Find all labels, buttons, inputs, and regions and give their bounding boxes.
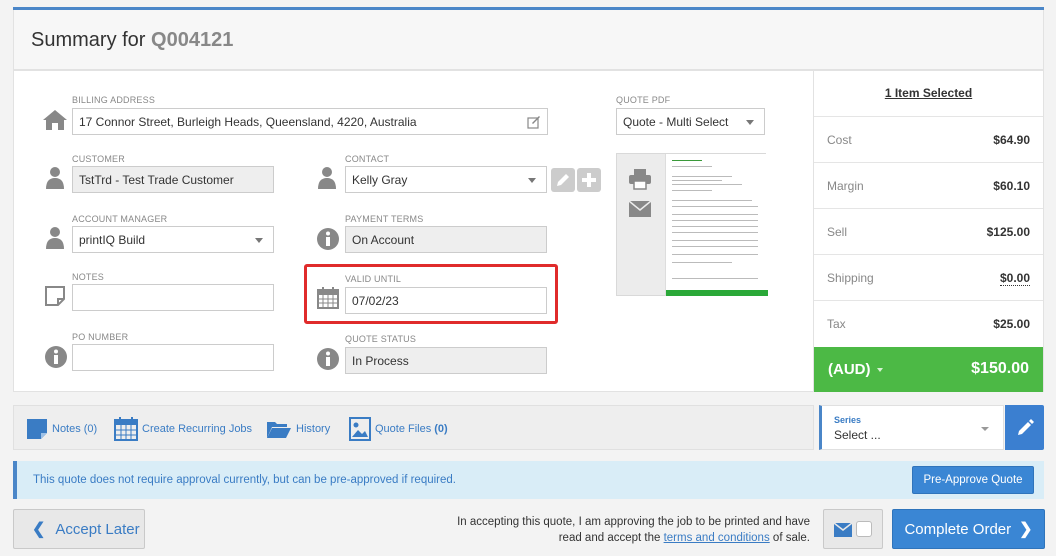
complete-order-button[interactable]: Complete Order ❯ bbox=[892, 509, 1045, 549]
print-icon[interactable] bbox=[628, 168, 652, 190]
notes-label: NOTES bbox=[72, 272, 105, 282]
home-icon bbox=[43, 110, 67, 130]
calendar-icon bbox=[114, 416, 138, 441]
email-confirmation-toggle[interactable] bbox=[823, 509, 883, 549]
plus-icon bbox=[582, 173, 596, 187]
page-header: Summary for Q004121 bbox=[13, 10, 1044, 70]
billing-address-label: BILLING ADDRESS bbox=[72, 95, 156, 105]
pencil-icon bbox=[557, 174, 569, 186]
account-manager-label: ACCOUNT MANAGER bbox=[72, 214, 168, 224]
payment-terms-label: PAYMENT TERMS bbox=[345, 214, 424, 224]
summary-row-tax: Tax $25.00 bbox=[827, 317, 1030, 331]
valid-until-field[interactable]: 07/02/23 bbox=[345, 287, 547, 314]
email-icon[interactable] bbox=[628, 200, 652, 218]
total-bar: (AUD) $150.00 bbox=[814, 347, 1043, 392]
series-edit-button[interactable] bbox=[1005, 405, 1044, 450]
create-recurring-jobs-action[interactable]: Create Recurring Jobs bbox=[114, 406, 252, 451]
quote-pdf-preview-panel bbox=[616, 153, 768, 296]
quote-details-panel: BILLING ADDRESS 17 Connor Street, Burlei… bbox=[13, 70, 813, 392]
info-icon bbox=[317, 348, 339, 370]
notes-action[interactable]: Notes (0) bbox=[26, 406, 97, 451]
quote-status-field: In Process bbox=[345, 347, 547, 374]
summary-row-shipping: Shipping $0.00 bbox=[814, 255, 1043, 301]
total-amount: $150.00 bbox=[971, 360, 1029, 377]
info-icon bbox=[45, 346, 67, 368]
currency-select[interactable]: (AUD) bbox=[828, 361, 883, 378]
user-icon bbox=[46, 167, 64, 189]
info-icon bbox=[317, 228, 339, 250]
quote-files-action[interactable]: Quote Files (0) bbox=[349, 406, 448, 451]
customer-field: TstTrd - Test Trade Customer bbox=[72, 166, 274, 193]
chevron-down-icon bbox=[255, 238, 263, 243]
terms-text: In accepting this quote, I am approving … bbox=[457, 516, 810, 544]
add-contact-button[interactable] bbox=[577, 168, 601, 192]
summary-row-cost: Cost $64.90 bbox=[814, 117, 1043, 163]
folder-icon bbox=[267, 421, 291, 438]
chevron-down-icon bbox=[746, 120, 754, 125]
summary-row-sell: Sell $125.00 bbox=[814, 209, 1043, 255]
email-confirmation-checkbox[interactable] bbox=[856, 521, 872, 537]
notes-field[interactable] bbox=[72, 284, 274, 311]
valid-until-label: VALID UNTIL bbox=[345, 274, 402, 284]
pencil-icon bbox=[1018, 419, 1034, 435]
accept-later-button[interactable]: ❮ Accept Later bbox=[13, 509, 145, 549]
pre-approve-quote-button[interactable]: Pre-Approve Quote bbox=[912, 466, 1034, 494]
customer-label: CUSTOMER bbox=[72, 154, 125, 164]
history-action[interactable]: History bbox=[266, 406, 330, 451]
quote-pdf-thumbnail[interactable] bbox=[665, 154, 768, 296]
chevron-down-icon bbox=[981, 427, 989, 431]
terms-and-conditions-link[interactable]: terms and conditions bbox=[664, 532, 770, 544]
edit-contact-button[interactable] bbox=[551, 168, 575, 192]
quote-pdf-select[interactable]: Quote - Multi Select bbox=[616, 108, 765, 135]
chevron-down-icon bbox=[528, 178, 536, 183]
chevron-down-icon bbox=[876, 368, 883, 373]
contact-select[interactable]: Kelly Gray bbox=[345, 166, 547, 193]
quote-pdf-label: QUOTE PDF bbox=[616, 95, 671, 105]
payment-terms-field: On Account bbox=[345, 226, 547, 253]
note-icon bbox=[45, 286, 65, 306]
po-number-field[interactable] bbox=[72, 344, 274, 371]
edit-icon[interactable] bbox=[527, 115, 541, 129]
contact-label: CONTACT bbox=[345, 154, 390, 164]
email-icon bbox=[834, 523, 852, 537]
user-icon bbox=[46, 227, 64, 249]
billing-address-field[interactable]: 17 Connor Street, Burleigh Heads, Queens… bbox=[72, 108, 548, 135]
chevron-left-icon: ❮ bbox=[32, 521, 46, 538]
account-manager-select[interactable]: printIQ Build bbox=[72, 226, 274, 253]
user-icon bbox=[318, 167, 336, 189]
quote-id: Q004121 bbox=[151, 29, 234, 51]
series-select[interactable]: Series Select ... bbox=[819, 405, 1004, 450]
shipping-value-link[interactable]: $0.00 bbox=[999, 271, 1030, 286]
approval-notice: This quote does not require approval cur… bbox=[13, 461, 1044, 499]
summary-row-margin: Margin $60.10 bbox=[814, 163, 1043, 209]
note-icon bbox=[27, 418, 47, 439]
quote-action-bar: Notes (0) Create Recurring Jobs History Q… bbox=[13, 405, 814, 450]
quote-summary-panel: 1 Item Selected Cost $64.90 Margin $60.1… bbox=[813, 70, 1044, 392]
page-title: Summary for Q004121 bbox=[31, 29, 234, 51]
file-image-icon bbox=[349, 416, 371, 441]
items-selected-link[interactable]: 1 Item Selected bbox=[814, 71, 1043, 117]
calendar-icon bbox=[317, 287, 339, 309]
po-number-label: PO NUMBER bbox=[72, 332, 129, 342]
quote-status-label: QUOTE STATUS bbox=[345, 334, 417, 344]
chevron-right-icon: ❯ bbox=[1019, 521, 1033, 538]
